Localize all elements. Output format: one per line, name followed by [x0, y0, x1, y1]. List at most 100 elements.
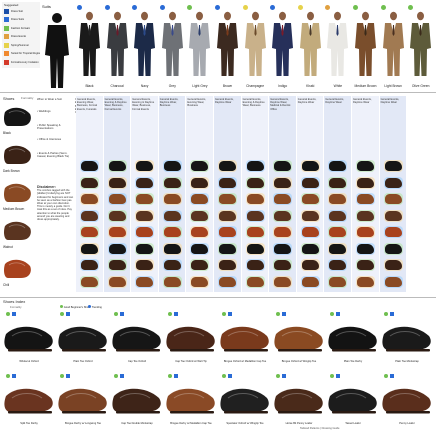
suit-figure — [161, 10, 184, 76]
disclaimer: Disclaimer: The combos tagged with the [… — [37, 185, 75, 221]
shoe-swatch — [246, 227, 264, 237]
pairing-swatch — [356, 209, 375, 222]
shoe-swatch — [219, 194, 236, 204]
pairing-swatch — [273, 209, 293, 222]
shoe-swatch — [246, 161, 264, 171]
suit-name: White — [333, 84, 343, 88]
shoe-swatch — [246, 177, 264, 188]
suit-column: Navy — [131, 4, 158, 90]
index-shoe-item: Plain Toe Oxford — [56, 310, 110, 370]
index-badges — [114, 374, 124, 378]
shoe-swatch — [219, 210, 236, 221]
pairing-swatch — [135, 160, 155, 172]
shoe-swatch — [274, 177, 292, 188]
legend-item: Spring/Summer — [4, 42, 40, 48]
suit-name: Khaki — [306, 84, 315, 88]
pairing-swatch — [383, 209, 403, 222]
occasion-item: • Office & Interviews — [37, 138, 62, 141]
pairing-swatch — [80, 275, 99, 288]
shoe-swatch — [163, 210, 181, 221]
index-badges — [6, 312, 16, 316]
beginner-icon — [276, 312, 280, 316]
pairing-swatch — [107, 242, 127, 255]
shoe-swatch — [163, 161, 181, 171]
beginner-icon — [222, 374, 226, 378]
shoe-swatch — [136, 227, 154, 237]
pairing-swatch — [80, 209, 99, 222]
formality-icon — [120, 312, 124, 316]
suit-name: Light Brown — [384, 84, 402, 88]
beginner-icon — [6, 374, 10, 378]
index-shoe-image — [110, 382, 164, 416]
pairing-swatch — [162, 176, 182, 189]
pairing-swatch — [300, 259, 320, 271]
index-shoe-item: Tassel Loafer — [326, 372, 380, 432]
pairing-swatch — [107, 275, 127, 288]
beginner-icon — [60, 374, 64, 378]
pairing-swatch — [273, 193, 293, 205]
shoe-swatch — [191, 194, 209, 204]
pairing-swatch — [135, 193, 155, 205]
beginner-icon — [168, 374, 172, 378]
index-badges — [168, 312, 178, 316]
formality-icon — [390, 374, 394, 378]
shoe-swatch — [108, 161, 126, 171]
legend-item: Fashion Forward — [4, 25, 40, 31]
pairing-swatch — [218, 193, 237, 205]
pairing-swatch — [300, 176, 320, 189]
shoe-swatch — [384, 260, 402, 270]
suit-figure — [133, 10, 156, 76]
legend-item: Dress Events — [4, 34, 40, 40]
index-shoe-name: Brogue Derby w/ Longwing Toe — [65, 422, 101, 425]
shoe-swatch — [329, 210, 347, 221]
legend-item: Dress Suit — [4, 8, 40, 14]
shoe-thumb-label: Black — [3, 131, 11, 135]
index-shoe-item: Brogue Oxford w/ Medallion Cap Toe — [218, 310, 272, 370]
suit-column: Black — [76, 4, 103, 90]
suit-column: Indigo — [269, 4, 296, 90]
formality-icon — [174, 374, 178, 378]
shoe-swatch — [384, 210, 402, 221]
shoe-swatch — [81, 276, 98, 287]
shoe-swatch — [357, 243, 374, 254]
shoe-thumb — [3, 218, 33, 244]
pairing-swatch — [218, 275, 237, 288]
shoe-swatch — [274, 194, 292, 204]
shoe-thumb — [3, 104, 33, 130]
shoe-swatch — [191, 210, 209, 221]
legend-label: Suited for Tropical Regions — [11, 52, 40, 55]
grid-column-events: General Events, Evening Wear, Business, … — [77, 98, 98, 111]
index-shoe-image — [2, 320, 56, 354]
shoe-swatch — [163, 227, 181, 237]
shoe-swatch — [274, 210, 292, 221]
legend-item: Suited for Tropical Regions — [4, 51, 40, 57]
index-shoe-image — [110, 320, 164, 354]
shoe-swatch — [81, 161, 98, 171]
shoe-swatch — [384, 194, 402, 204]
index-badges — [6, 374, 16, 378]
pairing-swatch — [80, 193, 99, 205]
shoe-swatch — [274, 243, 292, 254]
pairing-swatch — [356, 259, 375, 271]
shoe-thumb — [3, 256, 33, 282]
suit-figure — [409, 10, 432, 76]
index-shoe-name: Cap Toe Double Monkstrap — [121, 422, 153, 425]
shoe-swatch — [219, 243, 236, 254]
suit-column: Grey — [159, 4, 186, 90]
pairing-swatch — [190, 259, 210, 271]
index-shoe-item: Cap Toe Oxford — [110, 310, 164, 370]
index-badges — [222, 374, 232, 378]
formality-icon — [174, 312, 178, 316]
shoe-swatch — [329, 227, 347, 237]
shoe-swatch — [163, 243, 181, 254]
pairing-swatch — [218, 259, 237, 271]
beginner-icon — [6, 312, 10, 316]
index-badges — [276, 312, 286, 316]
shoe-swatch — [384, 276, 402, 287]
pairing-swatch — [328, 160, 348, 172]
formality-icon — [282, 312, 286, 316]
grid-column-events: General Events, Daytime Wear, Medical & … — [270, 98, 291, 111]
pairing-swatch — [245, 242, 265, 255]
pairing-swatch — [300, 160, 320, 172]
legend-swatch — [4, 25, 9, 31]
